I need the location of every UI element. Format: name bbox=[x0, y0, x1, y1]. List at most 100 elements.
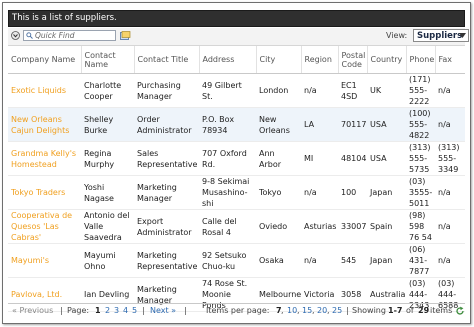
column-header-country[interactable]: Country bbox=[366, 46, 406, 74]
cell-city: Osaka bbox=[256, 243, 301, 278]
cell-postal-code: 48104 bbox=[338, 141, 367, 176]
total-items: 29 bbox=[418, 306, 430, 315]
cell-fax: n/a bbox=[435, 209, 465, 244]
column-header-region[interactable]: Region bbox=[300, 46, 338, 74]
cell-fax: n/a bbox=[435, 243, 465, 278]
cell-phone: (171) 555-2222 bbox=[406, 73, 435, 108]
refresh-icon[interactable] bbox=[455, 306, 465, 316]
cell-fax: n/a bbox=[435, 107, 465, 142]
cell-address: 9-8 Sekimai Musashino-shi bbox=[199, 175, 256, 210]
cell-fax: n/a bbox=[435, 175, 465, 210]
view-select-value: Suppliers bbox=[417, 31, 463, 41]
cell-address: 49 Gilbert St. bbox=[199, 73, 256, 108]
cell-country: Japan bbox=[367, 175, 406, 210]
cell-postal-code: EC1 4SD bbox=[338, 73, 367, 108]
page-link-4[interactable]: 4 bbox=[123, 304, 128, 318]
table-row[interactable]: Cooperativa de Quesos 'Las Cabras' Anton… bbox=[8, 209, 465, 244]
cell-contact-name: Antonio del Valle Saavedra bbox=[81, 209, 134, 244]
cell-address: 92 Setsuko Chuo-ku bbox=[199, 243, 256, 278]
cell-contact-name: Regina Murphy bbox=[81, 141, 134, 176]
cell-phone: (100) 555-4822 bbox=[406, 107, 435, 142]
collapse-icon[interactable] bbox=[11, 31, 20, 40]
cell-country: Japan bbox=[367, 243, 406, 278]
cell-city: New Orleans bbox=[256, 107, 301, 142]
cell-phone: (03) 3555-5011 bbox=[406, 175, 435, 210]
page-link-2[interactable]: 2 bbox=[105, 304, 110, 318]
cell-company-name[interactable]: Tokyo Traders bbox=[8, 175, 81, 210]
view-label: View: bbox=[386, 31, 408, 40]
cell-contact-name: Yoshi Nagase bbox=[81, 175, 134, 210]
cell-country: USA bbox=[367, 141, 406, 176]
pager-separator: | bbox=[184, 306, 187, 315]
cell-region: n/a bbox=[301, 175, 338, 210]
next-page-link[interactable]: Next » bbox=[150, 304, 176, 318]
table-row[interactable]: Mayumi's Mayumi Ohno Marketing Represent… bbox=[8, 243, 465, 278]
cell-company-name[interactable]: Grandma Kelly's Homestead bbox=[8, 141, 81, 176]
quick-find-field[interactable] bbox=[23, 30, 116, 41]
cell-region: Asturias bbox=[301, 209, 338, 244]
grid-caption: This is a list of suppliers. bbox=[8, 10, 465, 27]
column-header-address[interactable]: Address bbox=[198, 46, 256, 74]
cell-company-name[interactable]: Exotic Liquids bbox=[8, 73, 81, 108]
cell-contact-title: Purchasing Manager bbox=[134, 73, 199, 108]
items-per-page-label: Items per page: bbox=[206, 306, 270, 315]
page-label: Page: bbox=[67, 306, 90, 315]
cell-city: Ann Arbor bbox=[256, 141, 301, 176]
cell-city: Tokyo bbox=[256, 175, 301, 210]
table-row[interactable]: New Orleans Cajun Delights Shelley Burke… bbox=[8, 107, 465, 142]
page-size-15[interactable]: 15 bbox=[302, 304, 312, 318]
table-row[interactable]: Grandma Kelly's Homestead Regina Murphy … bbox=[8, 141, 465, 176]
cell-fax: n/a bbox=[435, 73, 465, 108]
page-size-20[interactable]: 20 bbox=[317, 304, 327, 318]
grid-caption-text: This is a list of suppliers. bbox=[12, 13, 117, 23]
column-header-postal-code[interactable]: Postal Code bbox=[337, 46, 367, 74]
cell-region: n/a bbox=[301, 243, 338, 278]
cell-company-name[interactable]: Mayumi's bbox=[8, 243, 81, 278]
chevron-down-icon bbox=[459, 33, 466, 38]
previous-page-link[interactable]: « Previous bbox=[12, 304, 53, 318]
page-link-1[interactable]: 1 bbox=[95, 304, 101, 318]
export-icon[interactable] bbox=[120, 31, 131, 40]
cell-contact-title: Marketing Representative bbox=[134, 243, 199, 278]
column-header-contact-name[interactable]: Contact Name bbox=[80, 46, 134, 74]
column-header-contact-title[interactable]: Contact Title bbox=[133, 46, 199, 74]
cell-fax: (313) 555-3349 bbox=[435, 141, 465, 176]
cell-region: MI bbox=[301, 141, 338, 176]
cell-postal-code: 545 bbox=[338, 243, 367, 278]
cell-city: London bbox=[256, 73, 301, 108]
view-select[interactable]: Suppliers bbox=[413, 29, 469, 42]
items-label: items bbox=[430, 306, 453, 315]
column-header-fax[interactable]: Fax bbox=[434, 46, 465, 74]
column-header-company-name[interactable]: Company Name bbox=[8, 46, 81, 74]
cell-region: n/a bbox=[301, 73, 338, 108]
cell-country: Spain bbox=[367, 209, 406, 244]
cell-contact-title: Marketing Manager bbox=[134, 175, 199, 210]
cell-phone: (06) 431-7877 bbox=[406, 243, 435, 278]
table-row[interactable]: Tokyo Traders Yoshi Nagase Marketing Man… bbox=[8, 175, 465, 210]
page-size-10[interactable]: 10 bbox=[287, 304, 297, 318]
cell-phone: (313) 555-5735 bbox=[406, 141, 435, 176]
cell-company-name[interactable]: New Orleans Cajun Delights bbox=[8, 107, 81, 142]
page-link-5[interactable]: 5 bbox=[132, 304, 137, 318]
cell-contact-name: Shelley Burke bbox=[81, 107, 134, 142]
search-icon bbox=[26, 32, 33, 39]
column-header-phone[interactable]: Phone bbox=[405, 46, 435, 74]
cell-city: Oviedo bbox=[256, 209, 301, 244]
table-header-row: Company Name Contact Name Contact Title … bbox=[8, 46, 465, 74]
cell-address: Calle del Rosal 4 bbox=[199, 209, 256, 244]
showing-of-label: of bbox=[406, 306, 414, 315]
cell-region: LA bbox=[301, 107, 338, 142]
cell-contact-title: Order Administrator bbox=[134, 107, 199, 142]
cell-company-name[interactable]: Cooperativa de Quesos 'Las Cabras' bbox=[8, 209, 81, 244]
column-header-city[interactable]: City bbox=[255, 46, 301, 74]
cell-contact-title: Export Administrator bbox=[134, 209, 199, 244]
quick-find-input[interactable] bbox=[35, 31, 113, 40]
grid-pager: « Previous | Page: 1 2 3 4 5 | Next » | … bbox=[8, 303, 465, 318]
cell-country: UK bbox=[367, 73, 406, 108]
table-row[interactable]: Exotic Liquids Charlotte Cooper Purchasi… bbox=[8, 73, 465, 108]
cell-phone: (98) 598 76 54 bbox=[406, 209, 435, 244]
page-size-25[interactable]: 25 bbox=[332, 304, 342, 318]
cell-contact-title: Sales Representative bbox=[134, 141, 199, 176]
grid-toolbar: View: Suppliers bbox=[8, 28, 469, 46]
page-link-3[interactable]: 3 bbox=[114, 304, 119, 318]
